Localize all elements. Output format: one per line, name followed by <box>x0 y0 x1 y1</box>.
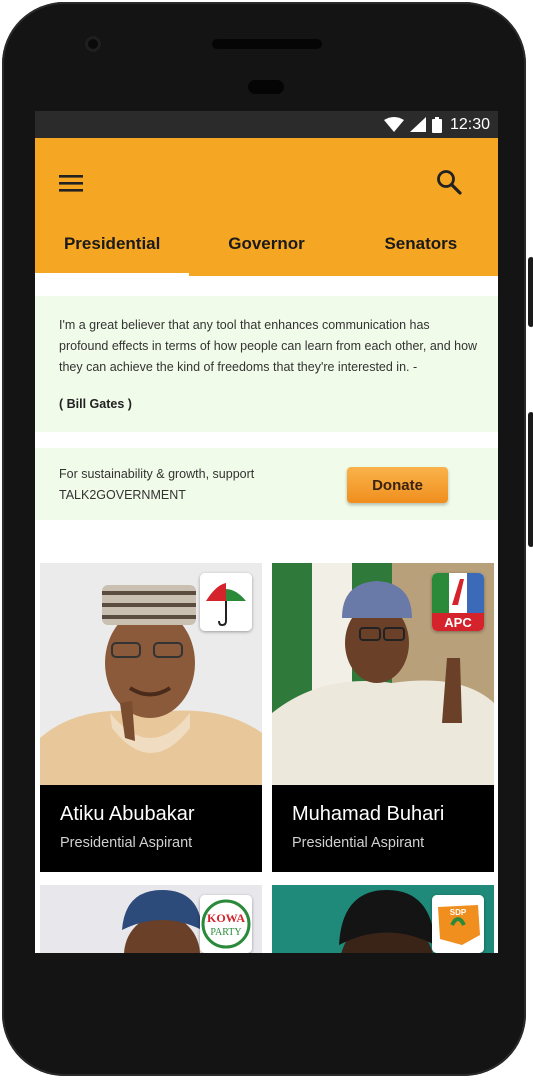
kowa-logo-text-2: PARTY <box>210 927 241 938</box>
tab-bar: Presidential Governor Senators <box>35 212 498 276</box>
tab-presidential[interactable]: Presidential <box>35 212 190 276</box>
donate-message-line2: TALK2GOVERNMENT <box>59 488 186 502</box>
candidate-role: Presidential Aspirant <box>60 835 193 851</box>
apc-logo-icon: APC <box>432 573 484 631</box>
tab-senators[interactable]: Senators <box>344 212 498 276</box>
kowa-logo-text-1: KOWA <box>207 911 245 925</box>
menu-icon[interactable] <box>57 171 85 195</box>
candidate-card[interactable]: APC Muhamad Buhari Presidential Aspirant <box>272 563 494 872</box>
donate-button[interactable]: Donate <box>347 467 448 503</box>
donate-message-line1: For sustainability & growth, support <box>59 467 255 481</box>
candidate-card[interactable]: KOWA PARTY <box>40 885 262 953</box>
search-icon[interactable] <box>435 168 463 196</box>
donate-message: For sustainability & growth, support TAL… <box>59 464 254 506</box>
kowa-party-logo-icon: KOWA PARTY <box>200 895 252 953</box>
quote-author: ( Bill Gates ) <box>59 397 132 411</box>
pdp-logo-icon <box>200 573 252 631</box>
phone-frame: 12:30 Presidential Governor Senators I'm… <box>2 2 533 1076</box>
front-camera <box>85 36 101 52</box>
cell-signal-icon <box>409 117 426 132</box>
quote-card: I'm a great believer that any tool that … <box>35 296 498 432</box>
wifi-icon <box>383 117 404 132</box>
proximity-sensor <box>248 80 284 94</box>
candidate-caption: Atiku Abubakar Presidential Aspirant <box>40 785 262 872</box>
status-time: 12:30 <box>449 115 490 133</box>
donate-card: For sustainability & growth, support TAL… <box>35 448 498 520</box>
candidate-card[interactable]: Atiku Abubakar Presidential Aspirant <box>40 563 262 872</box>
apc-logo-text: APC <box>444 615 472 630</box>
power-button <box>528 257 533 327</box>
battery-icon <box>431 116 442 133</box>
tab-governor[interactable]: Governor <box>189 212 343 276</box>
candidate-role: Presidential Aspirant <box>292 835 425 851</box>
candidate-card[interactable]: SDP <box>272 885 494 953</box>
quote-text: I'm a great believer that any tool that … <box>59 318 478 374</box>
candidate-name: Muhamad Buhari <box>292 803 445 825</box>
app-bar: Presidential Governor Senators <box>35 138 498 276</box>
earpiece-speaker <box>212 39 322 49</box>
status-bar: 12:30 <box>35 111 498 138</box>
sdp-logo-icon: SDP <box>432 895 484 953</box>
candidate-name: Atiku Abubakar <box>60 803 195 825</box>
sdp-logo-text: SDP <box>450 908 467 917</box>
volume-button <box>528 412 533 547</box>
candidate-caption: Muhamad Buhari Presidential Aspirant <box>272 785 494 872</box>
app-screen: 12:30 Presidential Governor Senators I'm… <box>35 111 498 953</box>
